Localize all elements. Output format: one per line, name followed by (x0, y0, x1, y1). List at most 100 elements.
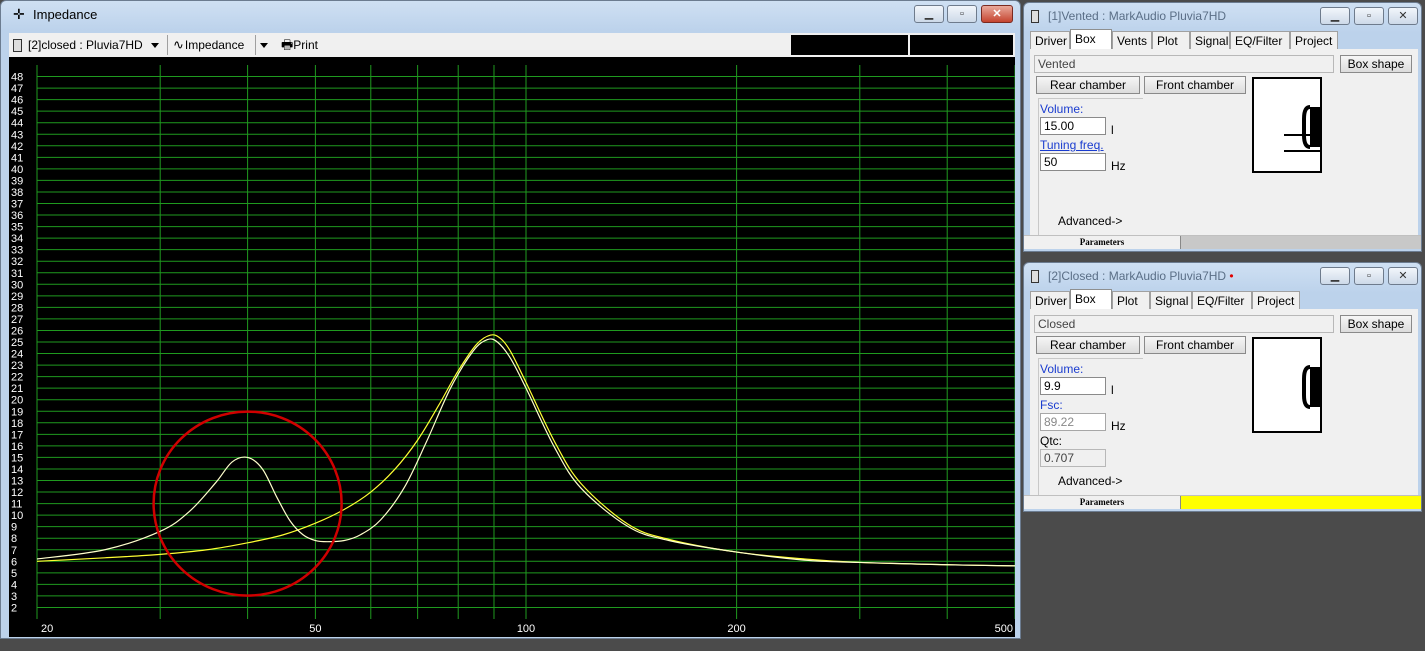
y-tick-label: 42 (11, 141, 23, 153)
tab-signal[interactable]: Signal (1150, 291, 1192, 309)
y-tick-label: 45 (11, 106, 23, 118)
close-button[interactable]: ✕ (981, 5, 1013, 23)
vented-titlebar[interactable]: [1]Vented : MarkAudio Pluvia7HD ▁ ▫ ✕ (1024, 3, 1421, 31)
advanced-link[interactable]: Advanced-> (1058, 214, 1122, 228)
x-tick-label: 20 (41, 623, 53, 635)
volume-input[interactable]: 9.9 (1040, 377, 1106, 395)
y-tick-label: 47 (11, 83, 23, 95)
front-chamber-button[interactable]: Front chamber (1144, 76, 1246, 94)
volume-unit: l (1111, 383, 1114, 397)
restore-button[interactable]: ▫ (1354, 7, 1384, 25)
tab-driver[interactable]: Driver (1030, 291, 1070, 309)
y-tick-label: 43 (11, 129, 23, 141)
y-tick-label: 25 (11, 337, 23, 349)
readout-box-1 (791, 35, 908, 55)
tab-box[interactable]: Box (1070, 29, 1112, 49)
closed-box-panel: Closed Box shape Rear chamber Front cham… (1030, 309, 1418, 499)
y-tick-label: 34 (11, 233, 23, 245)
print-button[interactable]: 🖶Print (281, 35, 327, 55)
box-shape-button[interactable]: Box shape (1340, 55, 1412, 73)
y-tick-label: 27 (11, 314, 23, 326)
tab-project[interactable]: Project (1290, 31, 1338, 49)
fsc-input[interactable]: 89.22 (1040, 413, 1106, 431)
y-tick-label: 15 (11, 452, 23, 464)
advanced-link[interactable]: Advanced-> (1058, 474, 1122, 488)
rear-chamber-button[interactable]: Rear chamber (1036, 336, 1140, 354)
x-tick-label: 500 (995, 623, 1013, 635)
box-shape-button[interactable]: Box shape (1340, 315, 1412, 333)
y-tick-label: 44 (11, 118, 23, 130)
x-axis-labels: 20 50 100 200 500 (41, 623, 1013, 635)
y-tick-label: 16 (11, 441, 23, 453)
project-select[interactable]: [2]closed : Pluvia7HD (13, 35, 163, 55)
close-button[interactable]: ✕ (1388, 267, 1418, 285)
tab-plot[interactable]: Plot (1152, 31, 1190, 49)
y-tick-label: 41 (11, 152, 23, 164)
impedance-chart: 4847464544434241403938373635343332313029… (11, 65, 1016, 635)
tab-vents[interactable]: Vents (1112, 31, 1152, 49)
y-tick-label: 35 (11, 222, 23, 234)
restore-button[interactable]: ▫ (1354, 267, 1384, 285)
y-tick-label: 11 (11, 499, 22, 511)
y-tick-label: 48 (11, 72, 23, 84)
closed-statusbar: Parameters (1024, 495, 1421, 509)
tab-eq-filter[interactable]: EQ/Filter (1230, 31, 1290, 49)
minimize-button[interactable]: ▁ (1320, 267, 1350, 285)
y-tick-label: 8 (11, 533, 17, 545)
y-tick-label: 32 (11, 256, 23, 268)
window-title: Impedance (33, 7, 98, 22)
front-chamber-button[interactable]: Front chamber (1144, 336, 1246, 354)
tab-project[interactable]: Project (1252, 291, 1300, 309)
tab-box[interactable]: Box (1070, 289, 1112, 309)
tuning-freq-input[interactable]: 50 (1040, 153, 1106, 171)
maximize-button[interactable]: ▫ (947, 5, 977, 23)
vented-box-drawing (1284, 105, 1322, 152)
y-tick-label: 3 (11, 591, 17, 603)
closed-window: [2]Closed : MarkAudio Pluvia7HD • ▁ ▫ ✕ … (1023, 262, 1422, 512)
impedance-titlebar[interactable]: ✛ Impedance ▁ ▫ ✕ (1, 1, 1020, 29)
tab-plot[interactable]: Plot (1112, 291, 1150, 309)
y-tick-label: 36 (11, 210, 23, 222)
y-tick-label: 46 (11, 95, 23, 107)
status-indicator (1180, 236, 1421, 249)
y-tick-label: 9 (11, 522, 17, 534)
volume-input[interactable]: 15.00 (1040, 117, 1106, 135)
fsc-label: Fsc: (1040, 398, 1063, 412)
volume-unit: l (1111, 123, 1114, 137)
vented-title: [1]Vented : MarkAudio Pluvia7HD (1048, 9, 1227, 23)
y-tick-label: 17 (11, 429, 23, 441)
closed-box-drawing (1302, 365, 1320, 409)
y-tick-label: 33 (11, 245, 23, 257)
close-button[interactable]: ✕ (1388, 7, 1418, 25)
y-tick-label: 22 (11, 372, 23, 384)
fsc-unit: Hz (1111, 419, 1126, 433)
minimize-button[interactable]: ▁ (914, 5, 944, 23)
y-tick-label: 40 (11, 164, 23, 176)
x-tick-label: 200 (727, 623, 745, 635)
y-tick-label: 31 (11, 268, 23, 280)
impedance-toolbar: [2]closed : Pluvia7HD ∿Impedance 🖶Print (9, 33, 1015, 57)
project-icon (1031, 10, 1039, 23)
vented-box-panel: Vented Box shape Rear chamber Front cham… (1030, 49, 1418, 239)
project-icon (13, 39, 22, 53)
impedance-plot[interactable]: 48 47 46 45 44 43 42 41 40 39 38 37 36 35 34 33 32 31 30 29… (9, 57, 1016, 637)
y-tick-label: 18 (11, 418, 23, 430)
tab-driver[interactable]: Driver (1030, 31, 1070, 49)
y-tick-label: 12 (11, 487, 23, 499)
closed-titlebar[interactable]: [2]Closed : MarkAudio Pluvia7HD • ▁ ▫ ✕ (1024, 263, 1421, 291)
x-tick-label: 50 (309, 623, 321, 635)
y-tick-label: 26 (11, 325, 23, 337)
tab-eq-filter[interactable]: EQ/Filter (1192, 291, 1252, 309)
qtc-value: 0.707 (1040, 449, 1106, 467)
y-tick-label: 30 (11, 279, 23, 291)
tab-signal[interactable]: Signal (1190, 31, 1230, 49)
y-tick-label: 4 (11, 579, 17, 591)
minimize-button[interactable]: ▁ (1320, 7, 1350, 25)
status-indicator (1180, 496, 1421, 509)
y-tick-label: 20 (11, 395, 23, 407)
y-tick-label: 19 (11, 406, 23, 418)
y-axis-labels: 4847464544434241403938373635343332313029… (11, 72, 23, 615)
plot-type-select[interactable]: ∿Impedance (173, 35, 269, 55)
rear-chamber-button[interactable]: Rear chamber (1036, 76, 1140, 94)
volume-label: Volume: (1040, 102, 1084, 116)
